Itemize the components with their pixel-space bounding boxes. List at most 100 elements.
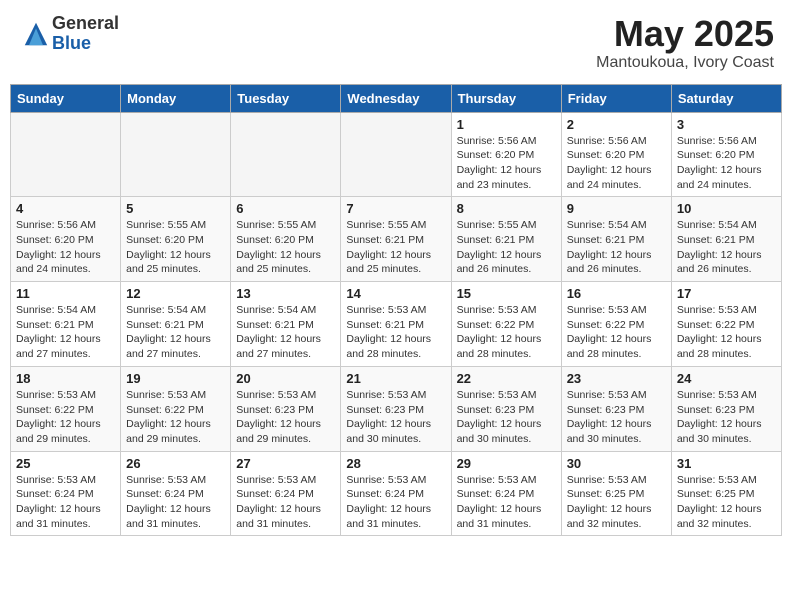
day-info: Sunrise: 5:53 AMSunset: 6:22 PMDaylight:… xyxy=(457,303,556,362)
day-number: 4 xyxy=(16,201,115,216)
calendar-cell: 14 Sunrise: 5:53 AMSunset: 6:21 PMDayligh… xyxy=(341,282,451,367)
calendar-cell xyxy=(341,112,451,197)
calendar-cell: 31 Sunrise: 5:53 AMSunset: 6:25 PMDayligh… xyxy=(671,451,781,536)
day-number: 7 xyxy=(346,201,445,216)
day-info: Sunrise: 5:56 AMSunset: 6:20 PMDaylight:… xyxy=(457,134,556,193)
calendar-cell: 26Sunrise: 5:53 AMSunset: 6:24 PMDayligh… xyxy=(121,451,231,536)
calendar-cell: 20 Sunrise: 5:53 AMSunset: 6:23 PMDayligh… xyxy=(231,366,341,451)
day-info: Sunrise: 5:53 AMSunset: 6:22 PMDaylight:… xyxy=(677,303,776,362)
day-number: 24 xyxy=(677,371,776,386)
calendar-header-row: SundayMondayTuesdayWednesdayThursdayFrid… xyxy=(11,84,782,112)
day-info: Sunrise: 5:53 AMSunset: 6:22 PMDaylight:… xyxy=(126,388,225,447)
calendar-cell: 8 Sunrise: 5:55 AMSunset: 6:21 PMDaylight… xyxy=(451,197,561,282)
calendar-header-sunday: Sunday xyxy=(11,84,121,112)
calendar-cell: 3 Sunrise: 5:56 AMSunset: 6:20 PMDaylight… xyxy=(671,112,781,197)
day-info: Sunrise: 5:55 AMSunset: 6:21 PMDaylight:… xyxy=(346,218,445,277)
day-number: 30 xyxy=(567,456,666,471)
logo-icon xyxy=(22,20,50,48)
calendar-cell: 16 Sunrise: 5:53 AMSunset: 6:22 PMDayligh… xyxy=(561,282,671,367)
month-title: May 2025 xyxy=(596,14,774,54)
day-info: Sunrise: 5:53 AMSunset: 6:23 PMDaylight:… xyxy=(236,388,335,447)
day-info: Sunrise: 5:53 AMSunset: 6:23 PMDaylight:… xyxy=(677,388,776,447)
logo-text: General Blue xyxy=(52,14,119,54)
day-number: 19 xyxy=(126,371,225,386)
day-number: 1 xyxy=(457,117,556,132)
day-info: Sunrise: 5:53 AMSunset: 6:25 PMDaylight:… xyxy=(677,473,776,532)
calendar-header-wednesday: Wednesday xyxy=(341,84,451,112)
calendar-header-saturday: Saturday xyxy=(671,84,781,112)
calendar-week-2: 4 Sunrise: 5:56 AMSunset: 6:20 PMDaylight… xyxy=(11,197,782,282)
day-number: 20 xyxy=(236,371,335,386)
day-info: Sunrise: 5:54 AMSunset: 6:21 PMDaylight:… xyxy=(236,303,335,362)
day-number: 26 xyxy=(126,456,225,471)
calendar-cell: 29 Sunrise: 5:53 AMSunset: 6:24 PMDayligh… xyxy=(451,451,561,536)
day-number: 31 xyxy=(677,456,776,471)
day-number: 22 xyxy=(457,371,556,386)
location: Mantoukoua, Ivory Coast xyxy=(596,54,774,72)
logo-general-text: General xyxy=(52,14,119,34)
calendar-cell xyxy=(231,112,341,197)
day-info: Sunrise: 5:55 AMSunset: 6:20 PMDaylight:… xyxy=(126,218,225,277)
day-info: Sunrise: 5:54 AMSunset: 6:21 PMDaylight:… xyxy=(567,218,666,277)
calendar-cell: 10 Sunrise: 5:54 AMSunset: 6:21 PMDayligh… xyxy=(671,197,781,282)
day-info: Sunrise: 5:53 AMSunset: 6:21 PMDaylight:… xyxy=(346,303,445,362)
day-number: 13 xyxy=(236,286,335,301)
day-info: Sunrise: 5:54 AMSunset: 6:21 PMDaylight:… xyxy=(677,218,776,277)
day-info: Sunrise: 5:53 AMSunset: 6:22 PMDaylight:… xyxy=(567,303,666,362)
calendar-cell: 28Sunrise: 5:53 AMSunset: 6:24 PMDayligh… xyxy=(341,451,451,536)
calendar-cell: 6 Sunrise: 5:55 AMSunset: 6:20 PMDaylight… xyxy=(231,197,341,282)
calendar-cell: 23Sunrise: 5:53 AMSunset: 6:23 PMDayligh… xyxy=(561,366,671,451)
day-number: 10 xyxy=(677,201,776,216)
calendar-week-5: 25 Sunrise: 5:53 AMSunset: 6:24 PMDayligh… xyxy=(11,451,782,536)
day-info: Sunrise: 5:56 AMSunset: 6:20 PMDaylight:… xyxy=(16,218,115,277)
day-info: Sunrise: 5:55 AMSunset: 6:21 PMDaylight:… xyxy=(457,218,556,277)
day-info: Sunrise: 5:55 AMSunset: 6:20 PMDaylight:… xyxy=(236,218,335,277)
day-number: 15 xyxy=(457,286,556,301)
day-number: 17 xyxy=(677,286,776,301)
day-info: Sunrise: 5:53 AMSunset: 6:25 PMDaylight:… xyxy=(567,473,666,532)
day-number: 11 xyxy=(16,286,115,301)
day-number: 21 xyxy=(346,371,445,386)
day-info: Sunrise: 5:53 AMSunset: 6:22 PMDaylight:… xyxy=(16,388,115,447)
day-info: Sunrise: 5:54 AMSunset: 6:21 PMDaylight:… xyxy=(16,303,115,362)
calendar-header-monday: Monday xyxy=(121,84,231,112)
day-info: Sunrise: 5:56 AMSunset: 6:20 PMDaylight:… xyxy=(567,134,666,193)
day-number: 23 xyxy=(567,371,666,386)
day-number: 12 xyxy=(126,286,225,301)
calendar-cell: 5 Sunrise: 5:55 AMSunset: 6:20 PMDaylight… xyxy=(121,197,231,282)
calendar-cell xyxy=(121,112,231,197)
calendar-table: SundayMondayTuesdayWednesdayThursdayFrid… xyxy=(10,84,782,537)
day-number: 6 xyxy=(236,201,335,216)
calendar-cell: 12Sunrise: 5:54 AMSunset: 6:21 PMDayligh… xyxy=(121,282,231,367)
calendar-cell: 22 Sunrise: 5:53 AMSunset: 6:23 PMDayligh… xyxy=(451,366,561,451)
day-number: 8 xyxy=(457,201,556,216)
day-number: 28 xyxy=(346,456,445,471)
page-header: General Blue May 2025 Mantoukoua, Ivory … xyxy=(10,10,782,76)
day-info: Sunrise: 5:53 AMSunset: 6:24 PMDaylight:… xyxy=(236,473,335,532)
calendar-cell: 19 Sunrise: 5:53 AMSunset: 6:22 PMDayligh… xyxy=(121,366,231,451)
calendar-week-1: 1 Sunrise: 5:56 AMSunset: 6:20 PMDaylight… xyxy=(11,112,782,197)
calendar-cell: 13 Sunrise: 5:54 AMSunset: 6:21 PMDayligh… xyxy=(231,282,341,367)
day-info: Sunrise: 5:53 AMSunset: 6:23 PMDaylight:… xyxy=(457,388,556,447)
day-number: 27 xyxy=(236,456,335,471)
day-number: 14 xyxy=(346,286,445,301)
calendar-cell: 7 Sunrise: 5:55 AMSunset: 6:21 PMDaylight… xyxy=(341,197,451,282)
day-number: 29 xyxy=(457,456,556,471)
day-info: Sunrise: 5:53 AMSunset: 6:24 PMDaylight:… xyxy=(457,473,556,532)
calendar-cell: 9Sunrise: 5:54 AMSunset: 6:21 PMDaylight… xyxy=(561,197,671,282)
day-info: Sunrise: 5:56 AMSunset: 6:20 PMDaylight:… xyxy=(677,134,776,193)
calendar-cell: 2 Sunrise: 5:56 AMSunset: 6:20 PMDaylight… xyxy=(561,112,671,197)
calendar-cell: 15 Sunrise: 5:53 AMSunset: 6:22 PMDayligh… xyxy=(451,282,561,367)
day-number: 3 xyxy=(677,117,776,132)
day-number: 2 xyxy=(567,117,666,132)
calendar-cell xyxy=(11,112,121,197)
day-number: 5 xyxy=(126,201,225,216)
calendar-cell: 17 Sunrise: 5:53 AMSunset: 6:22 PMDayligh… xyxy=(671,282,781,367)
calendar-cell: 4 Sunrise: 5:56 AMSunset: 6:20 PMDaylight… xyxy=(11,197,121,282)
calendar-week-3: 11 Sunrise: 5:54 AMSunset: 6:21 PMDayligh… xyxy=(11,282,782,367)
day-number: 16 xyxy=(567,286,666,301)
day-number: 25 xyxy=(16,456,115,471)
calendar-cell: 24 Sunrise: 5:53 AMSunset: 6:23 PMDayligh… xyxy=(671,366,781,451)
day-info: Sunrise: 5:53 AMSunset: 6:24 PMDaylight:… xyxy=(16,473,115,532)
calendar-cell: 30 Sunrise: 5:53 AMSunset: 6:25 PMDayligh… xyxy=(561,451,671,536)
